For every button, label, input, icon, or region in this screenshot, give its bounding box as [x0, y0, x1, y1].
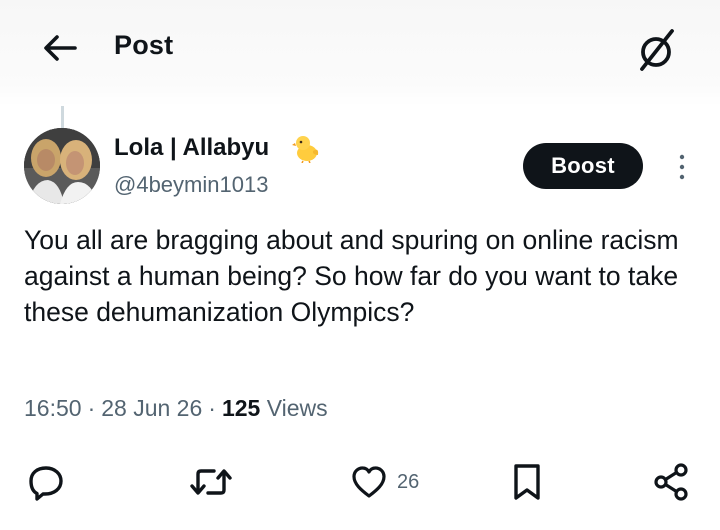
repost-button[interactable]: [188, 462, 234, 502]
bookmark-button[interactable]: [510, 462, 544, 502]
views-count[interactable]: 125: [222, 395, 260, 421]
boost-button[interactable]: Boost: [523, 143, 643, 189]
retweet-icon: [190, 469, 232, 495]
post-meta: 16:50 · 28 Jun 26 · 125 Views: [24, 395, 328, 422]
author-handle[interactable]: @4beymin1013: [114, 172, 268, 198]
post-date: 28 Jun 26: [101, 395, 203, 421]
back-button[interactable]: [38, 26, 82, 70]
avatar-photo: [24, 128, 100, 204]
reply-icon: [29, 466, 63, 501]
avatar[interactable]: [24, 128, 100, 204]
post-time: 16:50: [24, 395, 82, 421]
more-options-button[interactable]: [670, 151, 694, 183]
share-button[interactable]: [652, 462, 692, 502]
separator-dot: ·: [208, 395, 216, 421]
top-bar: Post: [0, 0, 720, 106]
views-label: Views: [266, 395, 328, 421]
grok-icon: [640, 29, 674, 71]
share-icon: [654, 463, 688, 501]
post-text: You all are bragging about and spuring o…: [24, 225, 679, 327]
baby-chick-icon: [291, 133, 321, 164]
reply-button[interactable]: [26, 462, 66, 502]
thread-connector: [61, 106, 64, 128]
more-vertical-icon: [679, 154, 685, 180]
heart-icon: [352, 466, 386, 498]
page-title: Post: [114, 30, 174, 60]
author-display-name[interactable]: Lola | Allabyu: [114, 134, 269, 162]
bookmark-icon: [514, 464, 540, 500]
like-button[interactable]: 26: [349, 462, 419, 502]
arrow-left-icon: [44, 35, 77, 61]
like-count: 26: [397, 470, 420, 493]
grok-button[interactable]: [632, 25, 682, 75]
separator-dot: ·: [87, 395, 96, 421]
